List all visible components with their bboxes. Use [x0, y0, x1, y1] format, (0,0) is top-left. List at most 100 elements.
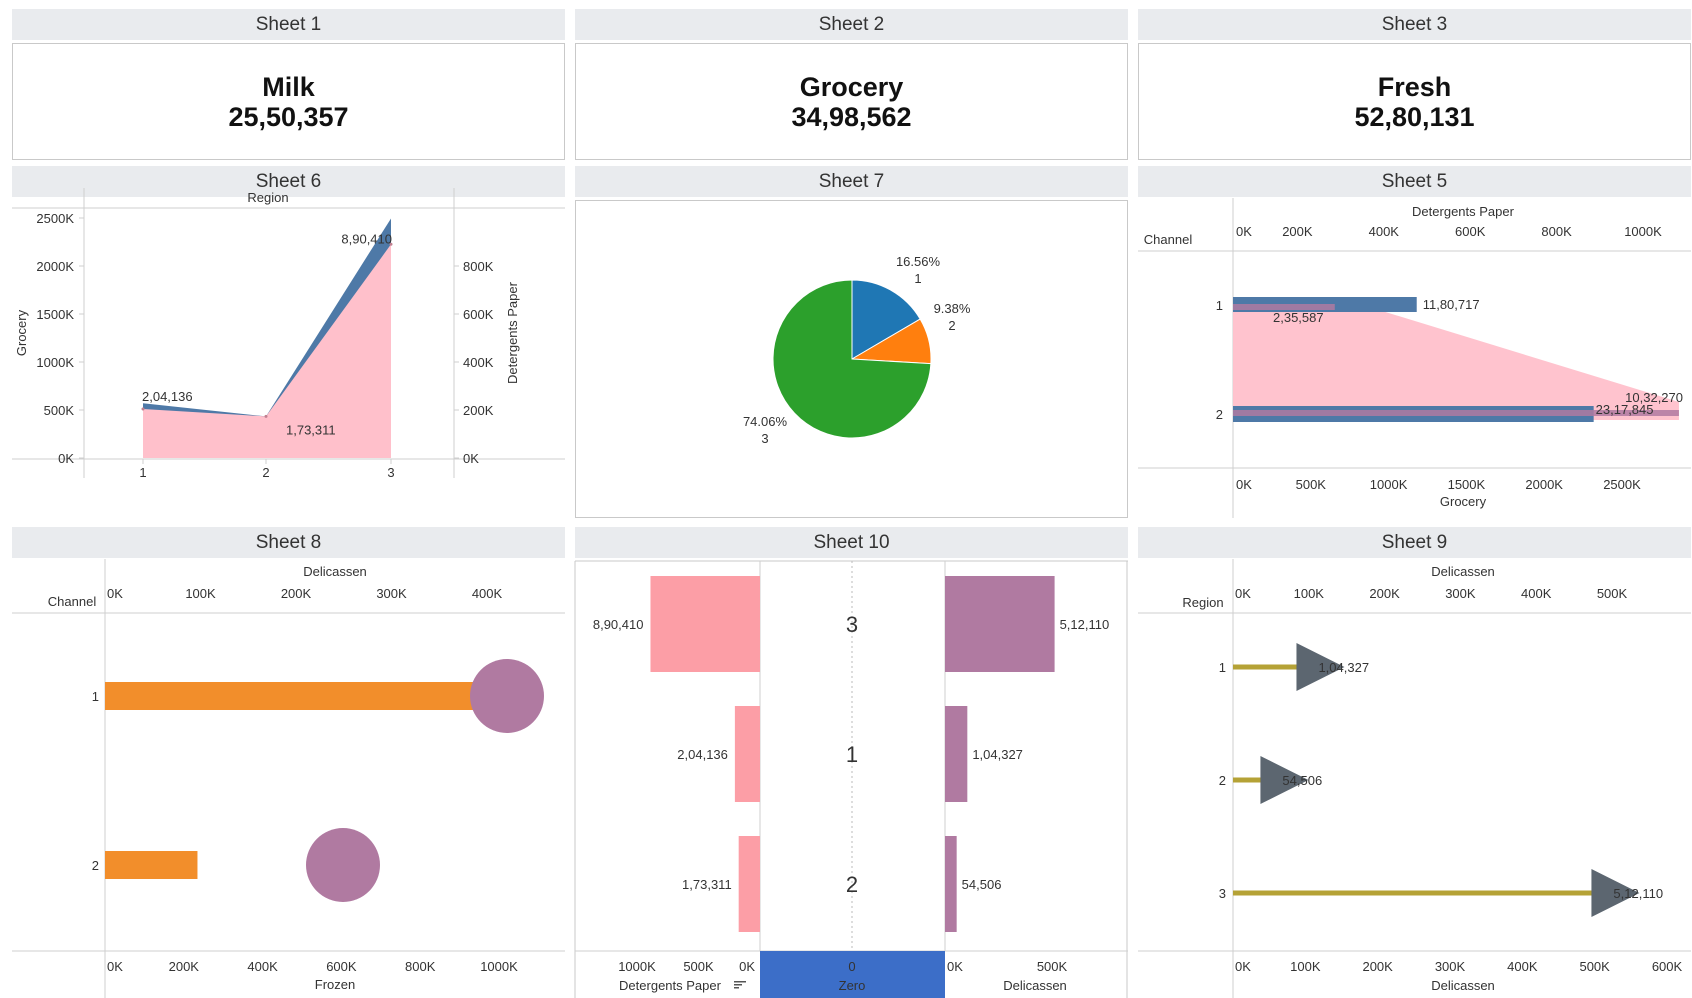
y2-tick-label: 0K	[463, 451, 479, 466]
top-tick-label: 300K	[376, 586, 407, 601]
kpi-fresh: Fresh 52,80,131	[1138, 43, 1691, 160]
category-label: 2	[846, 872, 858, 897]
top-tick-label: 400K	[472, 586, 503, 601]
top-tick-label: 600K	[1455, 224, 1486, 239]
slice-percent-label: 16.56%	[896, 254, 941, 269]
y2-tick-label: 600K	[463, 307, 494, 322]
top-tick-label: 0K	[1236, 224, 1252, 239]
top-axis-title: Detergents Paper	[1412, 204, 1515, 219]
category-label: 1	[1219, 660, 1226, 675]
bottom-tick-label: 600K	[1652, 959, 1683, 974]
bottom-tick-label: 400K	[1507, 959, 1538, 974]
y2-axis-title: Detergents Paper	[505, 281, 520, 384]
sheet-8-chart: Delicassen Channel Frozen 0K 100K 200K 300K 400…	[12, 559, 565, 998]
bottom-tick-label: 500K	[1579, 959, 1610, 974]
slice-label: 1	[914, 271, 921, 286]
y2-tick-label: 400K	[463, 355, 494, 370]
zero-axis-title: Zero	[839, 978, 866, 993]
y-tick-label: 0K	[58, 451, 74, 466]
detergents-area	[143, 244, 391, 458]
detergents-label: 8,90,410	[593, 617, 644, 632]
y-tick-label: 1500K	[36, 307, 74, 322]
x-tick-label: 1	[139, 465, 146, 480]
top-tick-label: 800K	[1541, 224, 1572, 239]
bottom-tick-label: 500K	[1296, 477, 1327, 492]
sheet-9-chart: Delicassen Region Delicassen 0K 100K 200K 300K…	[1138, 559, 1691, 998]
top-tick-label: 400K	[1369, 224, 1400, 239]
sheet-8: Sheet 8 Delicassen Channel Frozen 0K 100K 200…	[12, 527, 565, 998]
x-axis-title: Region	[247, 190, 288, 205]
detergents-label: 2,35,587	[1273, 310, 1324, 325]
frozen-bar	[105, 851, 198, 879]
sheet-7-chart: 16.56% 1 9.38% 2 74.06% 3	[743, 254, 971, 446]
sheet-2: Sheet 2 Grocery 34,98,562	[575, 9, 1128, 160]
kpi-milk: Milk 25,50,357	[12, 43, 565, 160]
bottom-tick-label: 2000K	[1525, 477, 1563, 492]
delicassen-circle	[470, 659, 544, 733]
detergents-label: 1,73,311	[682, 877, 732, 892]
delicassen-bar	[945, 576, 1055, 672]
sheet-7: Sheet 7 16.56% 1 9.38% 2 74.06% 3	[575, 166, 1128, 518]
delicassen-label: 1,04,327	[972, 747, 1023, 762]
bottom-tick-label: 100K	[1290, 959, 1321, 974]
data-label: 1,04,327	[1318, 660, 1369, 675]
y2-tick-label: 800K	[463, 259, 494, 274]
delicassen-circle	[306, 828, 380, 902]
bottom-axis-title: Grocery	[1440, 494, 1487, 509]
kpi-value: 52,80,131	[1354, 101, 1475, 132]
detergents-label: 10,32,270	[1625, 390, 1683, 405]
kpi-label: Fresh	[1377, 71, 1452, 102]
delicassen-label: 5,12,110	[1060, 617, 1110, 632]
detergents-point	[141, 407, 145, 411]
delicassen-label: 54,506	[962, 877, 1002, 892]
top-tick-label: 0K	[107, 586, 123, 601]
detergents-bar	[738, 836, 760, 932]
sheet-5-chart: Detergents Paper Channel Grocery 0K 200K 400K…	[1138, 198, 1691, 518]
sheet-9: Sheet 9 Delicassen Region Delicassen 0K 100K…	[1138, 527, 1691, 998]
sheet-6: Sheet 6 Region Grocery Detergents Paper 0K 5…	[12, 166, 565, 518]
grocery-label: 11,80,717	[1423, 297, 1480, 312]
bottom-tick-label: 1000K	[480, 959, 518, 974]
sort-icon	[734, 981, 746, 983]
data-label: 5,12,110	[1613, 886, 1663, 901]
sheet-1: Sheet 1 Milk 25,50,357	[12, 9, 565, 160]
data-label: 1,73,311	[286, 422, 336, 437]
y-tick-label: 2000K	[36, 259, 74, 274]
data-label: 8,90,410	[341, 231, 392, 246]
top-tick-label: 200K	[1282, 224, 1313, 239]
detergents-bar	[734, 706, 760, 802]
slice-label: 3	[761, 431, 768, 446]
x-tick-label: 2	[262, 465, 269, 480]
category-label: 2	[1219, 773, 1226, 788]
category-label: 2	[1216, 407, 1223, 422]
top-axis-title: Delicassen	[1431, 564, 1495, 579]
sheet-5: Sheet 5 Detergents Paper Channel Grocery 0K…	[1138, 166, 1691, 518]
kpi-label: Milk	[262, 71, 315, 102]
y2-tick-label: 200K	[463, 403, 494, 418]
right-axis-title: Delicassen	[1003, 978, 1067, 993]
bottom-tick-label: 1500K	[1448, 477, 1486, 492]
sort-icon	[734, 984, 742, 986]
bottom-tick-label: 800K	[405, 959, 436, 974]
top-tick-label: 100K	[185, 586, 216, 601]
detergents-bar	[650, 576, 760, 672]
category-label: 1	[846, 742, 858, 767]
bottom-axis-title: Delicassen	[1431, 978, 1495, 993]
bottom-tick-label: 200K	[1362, 959, 1393, 974]
category-label: 1	[1216, 298, 1223, 313]
kpi-label: Grocery	[799, 71, 904, 102]
bottom-tick-label: 0K	[107, 959, 123, 974]
left-tick-label: 500K	[683, 959, 714, 974]
bottom-tick-label: 0K	[1235, 959, 1251, 974]
slice-percent-label: 9.38%	[934, 301, 971, 316]
category-label: 2	[92, 858, 99, 873]
top-tick-label: 100K	[1294, 586, 1325, 601]
zero-tick-label: 0	[848, 959, 855, 974]
y-axis-title: Channel	[48, 594, 97, 609]
bottom-tick-label: 2500K	[1603, 477, 1641, 492]
sheet-1-title: Sheet 1	[12, 9, 565, 40]
top-tick-label: 500K	[1597, 586, 1628, 601]
kpi-value: 25,50,357	[228, 101, 349, 132]
sheet-2-title: Sheet 2	[575, 9, 1128, 40]
bottom-tick-label: 400K	[247, 959, 278, 974]
